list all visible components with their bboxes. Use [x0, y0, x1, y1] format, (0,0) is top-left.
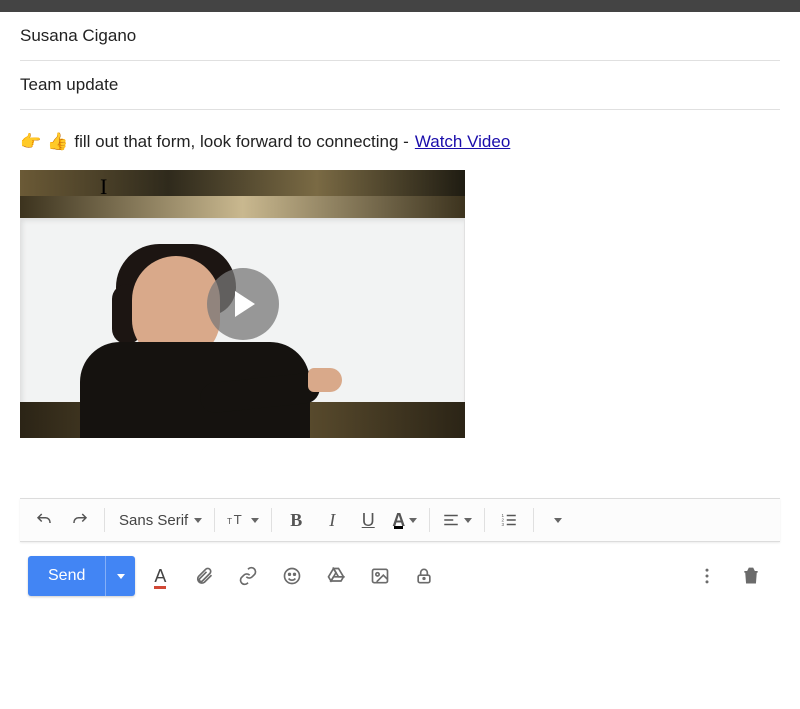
subject-field[interactable]: Team update [20, 61, 780, 110]
toolbar-separator [104, 508, 105, 532]
bold-button[interactable]: B [280, 504, 312, 536]
insert-emoji-button[interactable] [277, 561, 307, 591]
send-button[interactable]: Send [28, 556, 105, 596]
send-label: Send [48, 567, 85, 585]
thumb-person [70, 238, 300, 438]
attach-file-button[interactable] [189, 561, 219, 591]
insert-drive-button[interactable] [321, 561, 351, 591]
chevron-down-icon [117, 574, 125, 579]
list-button[interactable]: 123 [493, 504, 525, 536]
message-body[interactable]: 👉 👍 fill out that form, look forward to … [20, 110, 780, 448]
recipients-field[interactable]: Susana Cigano [20, 12, 780, 61]
compose-window: Susana Cigano Team update 👉 👍 fill out t… [0, 12, 800, 596]
link-icon [238, 566, 258, 586]
chevron-down-icon [409, 518, 417, 523]
body-first-line[interactable]: 👉 👍 fill out that form, look forward to … [20, 132, 780, 152]
toolbar-separator [429, 508, 430, 532]
undo-icon [35, 511, 53, 529]
svg-text:1: 1 [502, 513, 505, 518]
compose-tool-icons: A [145, 561, 439, 591]
trash-icon [741, 566, 761, 586]
body-spacer [20, 448, 780, 498]
chevron-down-icon [464, 518, 472, 523]
toolbar-separator [271, 508, 272, 532]
emoji-icon [282, 566, 302, 586]
svg-text:3: 3 [502, 522, 505, 527]
send-options-button[interactable] [105, 556, 135, 596]
thumb-bg-top [20, 170, 465, 196]
svg-text:T: T [234, 512, 242, 527]
insert-photo-button[interactable] [365, 561, 395, 591]
thumbs-up-emoji: 👍 [47, 132, 68, 152]
font-family-label: Sans Serif [119, 512, 188, 529]
lock-clock-icon [414, 566, 434, 586]
toolbar-separator [533, 508, 534, 532]
window-titlebar [0, 0, 800, 12]
formatting-toolbar: Sans Serif TT B I U A 123 [20, 498, 780, 542]
font-size-icon: TT [227, 510, 247, 530]
text-color-icon: A [392, 510, 405, 531]
underline-button[interactable]: U [352, 504, 384, 536]
compose-right-icons [692, 561, 772, 591]
pointing-right-emoji: 👉 [20, 132, 41, 152]
chevron-down-icon [251, 518, 259, 523]
insert-link-button[interactable] [233, 561, 263, 591]
more-options-button[interactable] [692, 561, 722, 591]
body-text: fill out that form, look forward to conn… [74, 132, 409, 152]
redo-icon [71, 511, 89, 529]
more-formatting-button[interactable] [542, 504, 574, 536]
redo-button[interactable] [64, 504, 96, 536]
italic-button[interactable]: I [316, 504, 348, 536]
google-drive-icon [326, 566, 346, 586]
video-thumbnail[interactable]: I [20, 170, 465, 438]
toolbar-separator [484, 508, 485, 532]
svg-text:2: 2 [502, 518, 505, 523]
more-vertical-icon [697, 566, 717, 586]
confidential-mode-button[interactable] [409, 561, 439, 591]
svg-text:T: T [227, 516, 232, 526]
text-format-icon: A [154, 566, 166, 587]
text-color-button[interactable]: A [388, 504, 421, 536]
compose-actions-row: Send A [20, 542, 780, 596]
font-size-button[interactable]: TT [223, 504, 263, 536]
discard-draft-button[interactable] [736, 561, 766, 591]
align-left-icon [442, 511, 460, 529]
thumb-bg-strip [20, 196, 465, 220]
numbered-list-icon: 123 [500, 511, 518, 529]
play-icon [235, 291, 255, 317]
align-button[interactable] [438, 504, 476, 536]
send-button-group: Send [28, 556, 135, 596]
chevron-down-icon [194, 518, 202, 523]
font-family-select[interactable]: Sans Serif [113, 512, 206, 529]
paperclip-icon [194, 566, 214, 586]
toolbar-separator [214, 508, 215, 532]
undo-button[interactable] [28, 504, 60, 536]
watch-video-link[interactable]: Watch Video [415, 132, 510, 152]
subject-text[interactable]: Team update [20, 75, 118, 94]
play-button-overlay[interactable] [207, 268, 279, 340]
image-icon [370, 566, 390, 586]
chevron-down-icon [554, 518, 562, 523]
text-cursor-icon: I [100, 174, 107, 200]
formatting-options-button[interactable]: A [145, 561, 175, 591]
recipient-chip[interactable]: Susana Cigano [20, 26, 136, 45]
